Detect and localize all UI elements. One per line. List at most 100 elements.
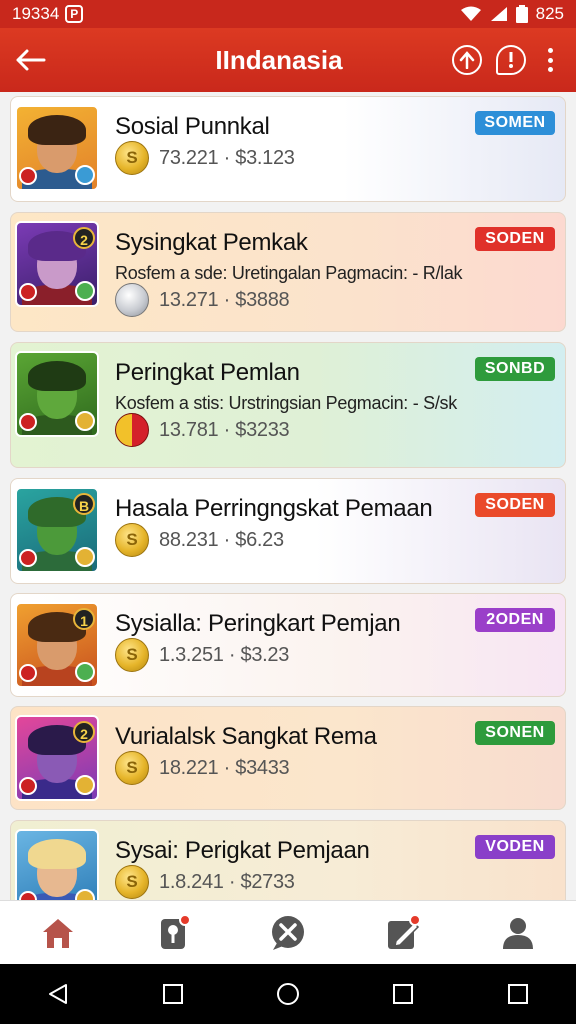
signal-icon bbox=[490, 7, 507, 21]
list-item[interactable]: B Hasala Perringngskat Pemaan S 88.231 ·… bbox=[10, 478, 566, 584]
status-dot-icon bbox=[75, 775, 95, 795]
list-item[interactable]: Peringkat Pemlan Kosfem a stis: Urstring… bbox=[10, 342, 566, 468]
marker-dot-icon bbox=[19, 167, 37, 185]
player-avatar: 2 bbox=[15, 715, 99, 801]
square-icon bbox=[393, 984, 414, 1004]
player-avatar: B bbox=[15, 487, 99, 573]
list-item[interactable]: 2 Vurialalsk Sangkat Rema S 18.221 · $34… bbox=[10, 706, 566, 810]
status-dot-icon bbox=[75, 165, 95, 185]
wifi-icon bbox=[460, 6, 481, 21]
status-dot-icon bbox=[75, 281, 95, 301]
status-dot-icon bbox=[75, 411, 95, 431]
status-time: 19334 bbox=[12, 4, 60, 23]
player-stats: 88.231 · $6.23 bbox=[159, 529, 284, 551]
arrow-left-icon bbox=[16, 49, 46, 71]
marker-dot-icon bbox=[19, 891, 37, 900]
player-description: Kosfem a stis: Urstringsian Pegmacin: - … bbox=[115, 393, 457, 413]
list-item[interactable]: 2 Sysingkat Pemkak Rosfem a sde: Ureting… bbox=[10, 212, 566, 332]
arrow-up-icon bbox=[459, 51, 475, 69]
app-notification-icon: P bbox=[65, 5, 84, 23]
alert-button[interactable] bbox=[496, 45, 526, 75]
player-name: Sysialla: Peringkart Pemjan bbox=[115, 610, 401, 637]
list-item[interactable]: 1 Sysialla: Peringkart Pemjan S 1.3.251 … bbox=[10, 593, 566, 697]
status-badge[interactable]: SOMEN bbox=[475, 111, 555, 135]
system-home-button[interactable] bbox=[268, 974, 308, 1014]
coin-icon: S bbox=[115, 523, 149, 557]
player-avatar bbox=[15, 351, 99, 437]
system-extra-button[interactable] bbox=[498, 974, 538, 1014]
system-back-button[interactable] bbox=[38, 974, 78, 1014]
rank-badge: 1 bbox=[73, 608, 95, 630]
overflow-menu-button[interactable] bbox=[540, 45, 560, 75]
status-badge[interactable]: SODEN bbox=[475, 227, 555, 251]
status-dot-icon bbox=[75, 547, 95, 567]
player-name: Peringkat Pemlan bbox=[115, 359, 300, 386]
player-name: Sysingkat Pemkak bbox=[115, 229, 308, 256]
coin-icon bbox=[115, 283, 149, 317]
leaderboard-list: Sosial Punnkal S 73.221 · $3.123 SOMEN 2… bbox=[0, 92, 576, 900]
system-square-button[interactable] bbox=[153, 974, 193, 1014]
status-badge[interactable]: 2ODEN bbox=[475, 608, 555, 632]
rank-badge: B bbox=[73, 493, 95, 515]
rank-badge: 2 bbox=[73, 721, 95, 743]
status-badge[interactable]: SONBD bbox=[475, 357, 555, 381]
player-avatar bbox=[15, 829, 99, 900]
chat-tools-icon bbox=[271, 915, 304, 950]
player-name: Vurialalsk Sangkat Rema bbox=[115, 723, 377, 750]
coin-icon: S bbox=[115, 751, 149, 785]
square-icon bbox=[508, 984, 529, 1004]
player-stats: 73.221 · $3.123 bbox=[159, 147, 295, 169]
marker-dot-icon bbox=[19, 777, 37, 795]
triangle-back-icon bbox=[48, 984, 67, 1004]
player-name: Sysai: Perigkat Pemjaan bbox=[115, 837, 370, 864]
status-dot-icon bbox=[75, 662, 95, 682]
nav-edit[interactable] bbox=[373, 908, 433, 958]
status-dot-icon bbox=[75, 889, 95, 900]
system-recents-button[interactable] bbox=[383, 974, 423, 1014]
player-avatar bbox=[15, 105, 99, 191]
marker-dot-icon bbox=[19, 283, 37, 301]
player-avatar: 2 bbox=[15, 221, 99, 307]
marker-dot-icon bbox=[19, 664, 37, 682]
player-stats: 1.8.241 · $2733 bbox=[159, 871, 295, 893]
list-item[interactable]: Sysai: Perigkat Pemjaan S 1.8.241 · $273… bbox=[10, 820, 566, 900]
nav-chat[interactable] bbox=[258, 908, 318, 958]
nav-home[interactable] bbox=[28, 908, 88, 958]
exclamation-icon bbox=[509, 52, 513, 68]
battery-icon bbox=[515, 5, 528, 23]
coin-icon: S bbox=[115, 865, 149, 899]
system-nav-bar bbox=[0, 964, 576, 1024]
notification-dot bbox=[409, 913, 422, 926]
status-badge[interactable]: SONEN bbox=[475, 721, 555, 745]
circle-home-icon bbox=[276, 983, 299, 1005]
notification-dot bbox=[178, 913, 191, 926]
marker-dot-icon bbox=[19, 549, 37, 567]
marker-dot-icon bbox=[19, 413, 37, 431]
player-stats: 13.781 · $3233 bbox=[159, 419, 290, 441]
back-button[interactable] bbox=[0, 28, 60, 92]
player-stats: 18.221 · $3433 bbox=[159, 757, 290, 779]
coin-icon: S bbox=[115, 638, 149, 672]
page-title: IIndanasia bbox=[215, 44, 343, 75]
home-icon bbox=[42, 918, 73, 948]
nav-map[interactable] bbox=[143, 908, 203, 958]
bottom-nav bbox=[0, 900, 576, 964]
player-name: Hasala Perringngskat Pemaan bbox=[115, 495, 433, 522]
player-stats: 13.271 · $3888 bbox=[159, 289, 290, 311]
battery-level: 825 bbox=[535, 4, 564, 23]
player-name: Sosial Punnkal bbox=[115, 113, 270, 140]
nav-profile[interactable] bbox=[488, 908, 548, 958]
status-bar: 19334 P 825 bbox=[0, 0, 576, 28]
rank-badge: 2 bbox=[73, 227, 95, 249]
status-badge[interactable]: SODEN bbox=[475, 493, 555, 517]
profile-icon bbox=[503, 917, 534, 949]
status-badge[interactable]: VODEN bbox=[475, 835, 555, 859]
player-stats: 1.3.251 · $3.23 bbox=[159, 644, 290, 666]
square-icon bbox=[162, 984, 183, 1004]
coin-icon: S bbox=[115, 141, 149, 175]
player-avatar: 1 bbox=[15, 602, 99, 688]
upload-button[interactable] bbox=[452, 45, 482, 75]
player-description: Rosfem a sde: Uretingalan Pagmacin: - R/… bbox=[115, 263, 463, 283]
list-item[interactable]: Sosial Punnkal S 73.221 · $3.123 SOMEN bbox=[10, 96, 566, 202]
app-bar: IIndanasia bbox=[0, 28, 576, 92]
